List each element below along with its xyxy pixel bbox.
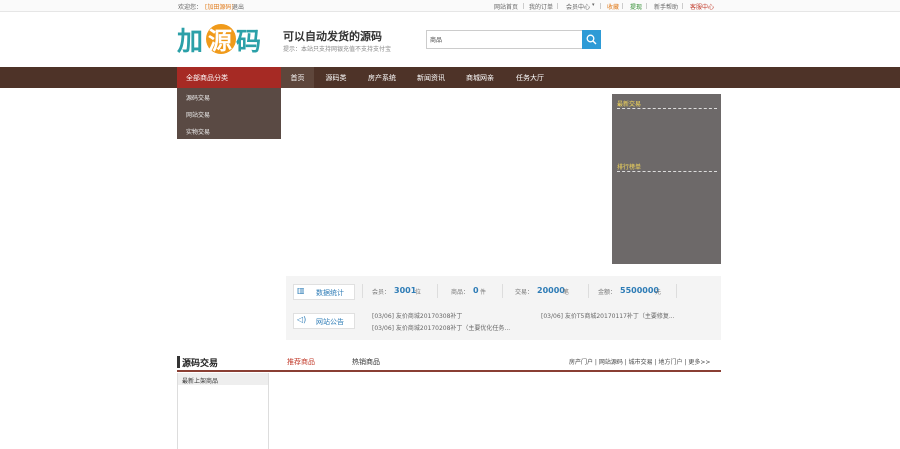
member-center-link[interactable]: 会员中心 bbox=[566, 2, 590, 11]
notice-link[interactable]: [03/06] 友价商城20170208补丁（主要优化任务... bbox=[372, 323, 510, 332]
latest-trades-title: 最新交易 bbox=[617, 101, 642, 108]
section-links[interactable]: 房产门户 | 网站源码 | 城市交易 | 地方门户 | 更多>> bbox=[569, 357, 710, 366]
divider bbox=[557, 3, 558, 9]
favorites-link[interactable]: 收藏 bbox=[607, 2, 619, 11]
divider bbox=[676, 284, 677, 298]
divider bbox=[588, 284, 589, 298]
members-label: 会员： bbox=[372, 289, 391, 296]
nav-item-source[interactable]: 源码类 bbox=[318, 67, 354, 88]
customer-service-link[interactable]: 客服中心 bbox=[690, 2, 714, 11]
nav-item-realestate[interactable]: 房产系统 bbox=[360, 67, 404, 88]
home-link[interactable]: 网站首页 bbox=[494, 2, 518, 11]
divider bbox=[617, 108, 717, 109]
goods-unit: 件 bbox=[480, 289, 487, 296]
logo-graphic: 加 源 码 bbox=[177, 24, 261, 57]
help-link[interactable]: 新手帮助 bbox=[654, 2, 678, 11]
search-input[interactable] bbox=[426, 30, 583, 49]
divider bbox=[622, 3, 623, 9]
notice-link[interactable]: [03/06] 友价商城20170308补丁 bbox=[372, 311, 462, 320]
nav-item-news[interactable]: 新闻资讯 bbox=[410, 67, 452, 88]
divider bbox=[646, 3, 647, 9]
divider bbox=[362, 284, 363, 298]
username-link[interactable]: [加田源码] bbox=[205, 2, 234, 11]
amount-value: 5500000 bbox=[620, 286, 659, 295]
nav-item-tasks[interactable]: 任务大厅 bbox=[508, 67, 552, 88]
search-icon bbox=[586, 34, 597, 45]
divider bbox=[523, 3, 524, 9]
divider bbox=[177, 370, 721, 372]
welcome-text: 欢迎您： bbox=[178, 4, 203, 11]
section-title: 源码交易 bbox=[182, 359, 219, 369]
goods-label: 商品： bbox=[451, 289, 470, 296]
all-categories-button[interactable]: 全部商品分类 bbox=[177, 67, 281, 88]
divider bbox=[437, 284, 438, 298]
tab-recommended[interactable]: 推荐商品 bbox=[287, 357, 315, 367]
latest-goods-header: 最新上架商品 bbox=[178, 373, 268, 385]
bar-chart-icon: ▥ bbox=[297, 286, 305, 295]
divider bbox=[682, 3, 683, 9]
members-value: 3001 bbox=[394, 286, 417, 295]
speaker-icon: ◁) bbox=[297, 315, 307, 324]
divider bbox=[617, 171, 717, 172]
side-panel bbox=[612, 94, 721, 264]
slogan-subtitle: 提示：本站只支持网银充值不支持支付宝 bbox=[283, 46, 392, 53]
svg-text:源: 源 bbox=[208, 27, 232, 55]
svg-text:加: 加 bbox=[177, 27, 203, 56]
amount-label: 金额： bbox=[598, 289, 617, 296]
caret-down-icon: ▾ bbox=[592, 2, 595, 8]
nav-item-home[interactable]: 首页 bbox=[281, 67, 314, 88]
search-category-select[interactable]: 商品 bbox=[430, 35, 442, 44]
my-orders-link[interactable]: 我的订单 bbox=[529, 2, 553, 11]
divider bbox=[502, 284, 503, 298]
category-item-source[interactable]: 源码交易 bbox=[186, 93, 210, 102]
nav-item-mall[interactable]: 商城网亲 bbox=[458, 67, 502, 88]
members-unit: 位 bbox=[415, 289, 422, 296]
category-item-website[interactable]: 网站交易 bbox=[186, 110, 210, 119]
goods-value: 0 bbox=[473, 286, 479, 295]
section-marker bbox=[177, 356, 180, 368]
trades-unit: 笔 bbox=[563, 289, 570, 296]
amount-unit: 元 bbox=[655, 289, 662, 296]
search-button[interactable] bbox=[582, 30, 601, 49]
tab-hot[interactable]: 热销商品 bbox=[352, 357, 380, 367]
ranking-title: 排行榜单 bbox=[617, 164, 642, 171]
slogan: 可以自动发货的源码 bbox=[283, 30, 382, 43]
top-bar: 欢迎您： [加田源码] 退出 网站首页 我的订单 会员中心 ▾ 收藏 提现 新手… bbox=[0, 0, 900, 12]
logout-link[interactable]: 退出 bbox=[232, 2, 244, 11]
trades-value: 20000 bbox=[537, 286, 565, 295]
trades-label: 交易： bbox=[515, 289, 534, 296]
withdraw-link[interactable]: 提现 bbox=[630, 2, 642, 11]
divider bbox=[600, 3, 601, 9]
svg-text:码: 码 bbox=[236, 27, 261, 56]
notice-link[interactable]: [03/06] 友价T5商城20170117补丁（主要修复... bbox=[541, 311, 675, 320]
site-logo[interactable]: 加 源 码 bbox=[177, 22, 263, 57]
category-item-physical[interactable]: 实物交易 bbox=[186, 127, 210, 136]
